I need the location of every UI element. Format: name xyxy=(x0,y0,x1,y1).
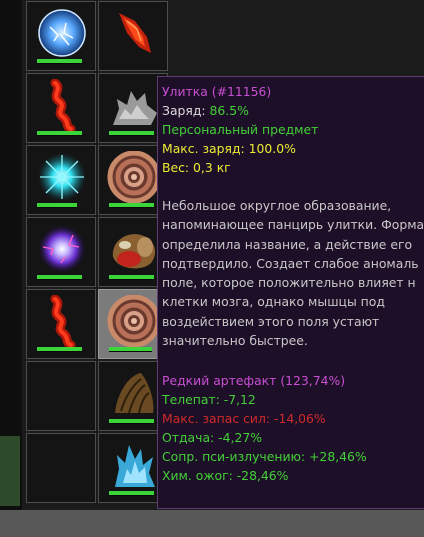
description-line: значительно быстрее. xyxy=(162,333,308,349)
inventory-slot[interactable] xyxy=(26,289,96,359)
cyan-burst-artifact-icon xyxy=(33,151,91,203)
violet-electric-orb-icon xyxy=(33,223,91,275)
tooltip-title: Улитка (#11156) xyxy=(162,84,272,99)
blue-plasma-sphere-icon xyxy=(33,7,91,59)
charge-bar xyxy=(109,275,154,279)
inventory-slot[interactable] xyxy=(98,1,168,71)
organic-blob-artifact-icon xyxy=(105,223,163,275)
charge-bar xyxy=(37,347,82,351)
stat-chemical-burn: Хим. ожог: -28,46% xyxy=(162,468,289,484)
bottom-frame xyxy=(0,510,424,537)
empty-inventory-slot[interactable] xyxy=(26,433,96,503)
item-tooltip: Улитка (#11156) Заряд: 86.5% Персональны… xyxy=(157,76,424,509)
stat-telepath: Телепат: -7,12 xyxy=(162,392,256,408)
rarity-label: Редкий артефакт (123,74%) xyxy=(162,373,346,389)
description-line: подтвердило. Создает слабое аномаль xyxy=(162,255,419,271)
red-tangled-artifact-icon xyxy=(33,78,91,134)
charge-bar xyxy=(109,491,154,495)
stat-psi-resistance: Сопр. пси-излучению: +28,46% xyxy=(162,449,367,465)
inventory-slot[interactable] xyxy=(26,1,96,71)
description-line: определила название, а действие его xyxy=(162,236,413,252)
charge-bar xyxy=(37,275,82,279)
charge-bar xyxy=(37,131,82,135)
inventory-slot[interactable] xyxy=(26,145,96,215)
charge-label: Заряд: xyxy=(162,103,210,118)
red-crystal-shard-icon xyxy=(105,7,163,59)
stat-max-stamina: Макс. запас сил: -14,06% xyxy=(162,411,326,427)
ice-crystal-artifact-icon xyxy=(105,439,163,491)
description-line: напоминающее панцирь улитки. Форма xyxy=(162,217,424,233)
silver-crystal-cluster-icon xyxy=(105,79,163,131)
charge-bar xyxy=(109,203,154,207)
empty-inventory-slot[interactable] xyxy=(26,361,96,431)
charge-bar xyxy=(109,131,154,135)
description-line: воздействием этого поля устают xyxy=(162,313,380,329)
side-panel-edge xyxy=(0,436,20,506)
red-tangled-artifact-icon xyxy=(33,294,91,350)
description-line: поле, которое положительно влияет н xyxy=(162,275,416,291)
description-line: Небольшое округлое образование, xyxy=(162,198,392,213)
charge-value: 86.5% xyxy=(209,103,249,118)
snail-shell-artifact-icon xyxy=(105,294,163,348)
brown-pod-artifact-icon xyxy=(105,367,163,419)
description-line: клетки мозга, однако мышцы под xyxy=(162,294,385,310)
charge-bar xyxy=(37,203,77,207)
snail-shell-artifact-icon xyxy=(105,150,163,204)
weight-label: Вес: 0,3 кг xyxy=(162,160,231,175)
max-charge-label: Макс. заряд: 100.0% xyxy=(162,141,296,156)
charge-bar xyxy=(37,59,82,63)
personal-item-label: Персональный предмет xyxy=(162,122,319,137)
charge-row: Заряд: 86.5% xyxy=(162,101,424,120)
inventory-slot[interactable] xyxy=(26,217,96,287)
item-description: Небольшое округлое образование, напомина… xyxy=(162,196,424,350)
charge-bar xyxy=(109,419,154,423)
inventory-slot[interactable] xyxy=(26,73,96,143)
charge-bar xyxy=(109,347,152,351)
stat-recoil: Отдача: -4,27% xyxy=(162,430,262,446)
